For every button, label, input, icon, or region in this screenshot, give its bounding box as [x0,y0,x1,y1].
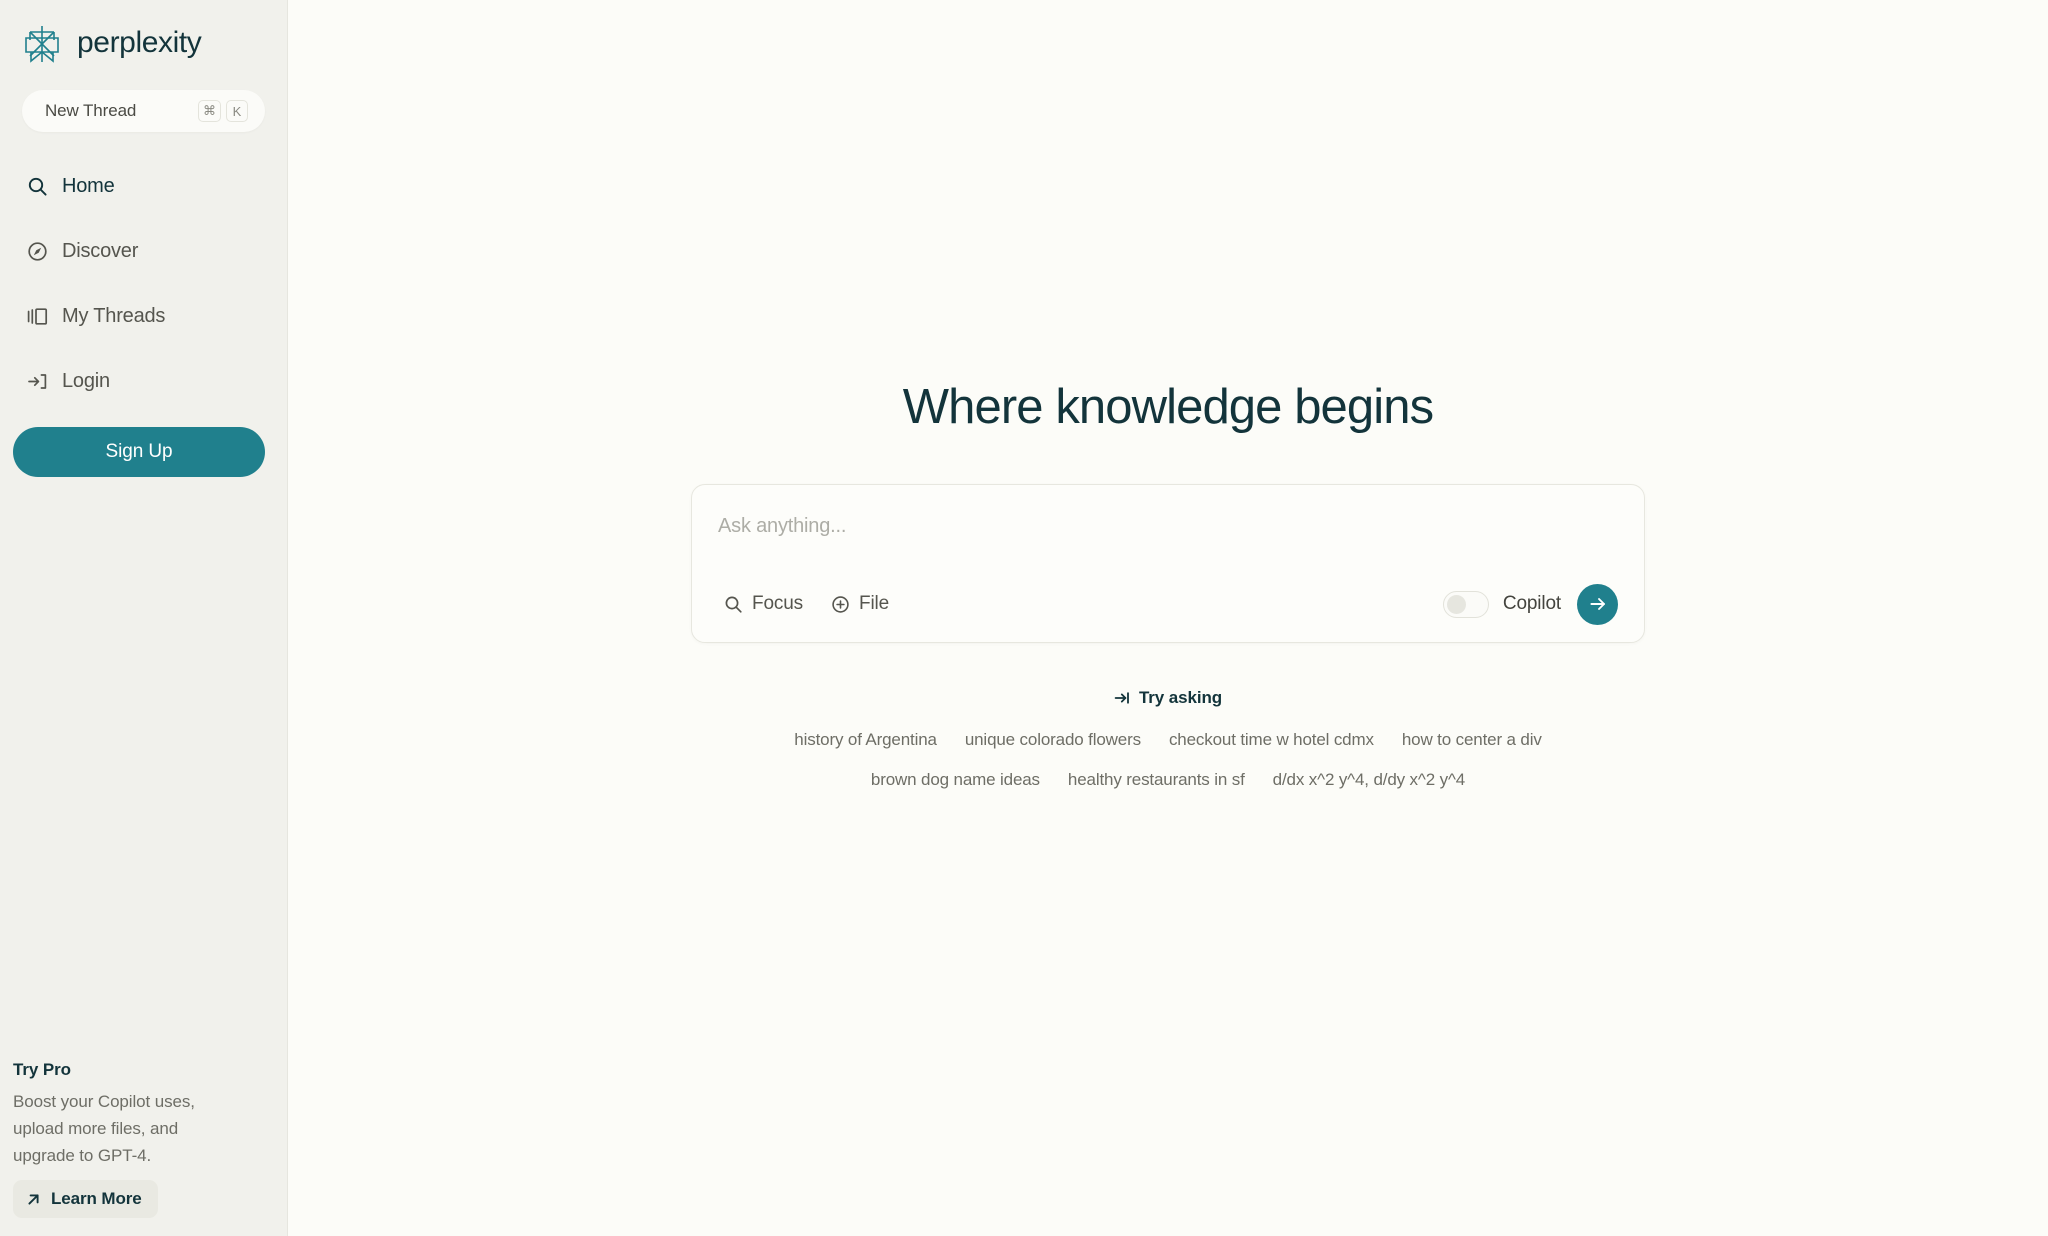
focus-label: Focus [752,593,803,614]
page-title: Where knowledge begins [902,380,1434,434]
ask-toolbar: Focus File Copilot [718,583,1618,625]
suggestion-chip[interactable]: how to center a div [1388,724,1556,756]
shortcut-key-command: ⌘ [198,100,221,122]
sidebar-nav: Home Discover My Threads Login [0,154,287,414]
suggestion-chip[interactable]: d/dx x^2 y^4, d/dy x^2 y^4 [1259,764,1479,796]
arrow-up-right-icon [26,1192,41,1207]
new-thread-button[interactable]: New Thread ⌘ K [22,90,265,132]
suggestion-chip[interactable]: history of Argentina [780,724,951,756]
file-button[interactable]: File [825,589,895,619]
perplexity-starburst-logo-icon [20,22,64,66]
sidebar-item-discover[interactable]: Discover [0,219,287,284]
copilot-toggle[interactable] [1442,590,1489,618]
sidebar-item-label: Login [62,370,110,392]
try-pro-description: Boost your Copilot uses, upload more fil… [13,1092,195,1165]
suggestion-chip[interactable]: healthy restaurants in sf [1054,764,1259,796]
arrow-right-icon [1588,594,1608,614]
focus-button[interactable]: Focus [718,589,809,619]
copilot-label: Copilot [1502,593,1561,614]
sidebar-item-label: My Threads [62,305,166,327]
sidebar: perplexity New Thread ⌘ K Home Discover … [0,0,288,1236]
learn-more-label: Learn More [51,1189,142,1208]
plus-circle-icon [831,595,850,614]
suggestion-row: history of Argentina unique colorado flo… [780,724,1555,756]
search-icon [724,595,743,614]
try-asking-label: Try asking [1138,688,1223,707]
sidebar-item-label: Discover [62,240,139,262]
arrow-enter-icon [1114,690,1130,706]
search-icon [26,175,49,198]
learn-more-button[interactable]: Learn More [13,1180,158,1218]
compass-icon [26,240,49,263]
shortcut-key-k: K [226,100,248,122]
brand-name: perplexity [77,25,202,59]
ask-box: Focus File Copilot [691,484,1645,643]
sign-up-button[interactable]: Sign Up [13,427,265,477]
brand-logo[interactable]: perplexity [0,0,287,72]
suggestion-chip[interactable]: unique colorado flowers [951,724,1155,756]
search-input[interactable] [718,509,1618,543]
try-asking-header: Try asking [1114,688,1222,708]
suggestion-list: history of Argentina unique colorado flo… [758,724,1578,796]
sidebar-item-label: Home [62,175,115,197]
threads-panel-icon [26,305,49,328]
copilot-toggle-knob [1446,594,1466,614]
sidebar-item-home[interactable]: Home [0,154,287,219]
submit-button[interactable] [1577,583,1618,625]
suggestion-chip[interactable]: brown dog name ideas [857,764,1054,796]
sidebar-item-login[interactable]: Login [0,349,287,414]
suggestion-chip[interactable]: checkout time w hotel cdmx [1155,724,1388,756]
suggestion-row: brown dog name ideas healthy restaurants… [857,764,1479,796]
try-pro-panel: Try Pro Boost your Copilot uses, upload … [0,1060,288,1218]
sidebar-item-my-threads[interactable]: My Threads [0,284,287,349]
new-thread-shortcut: ⌘ K [198,100,248,122]
file-label: File [859,593,890,614]
try-pro-title: Try Pro [13,1060,71,1079]
new-thread-label: New Thread [45,101,137,120]
main-content: Where knowledge begins Focus [288,0,2048,1236]
sign-in-icon [26,370,49,393]
